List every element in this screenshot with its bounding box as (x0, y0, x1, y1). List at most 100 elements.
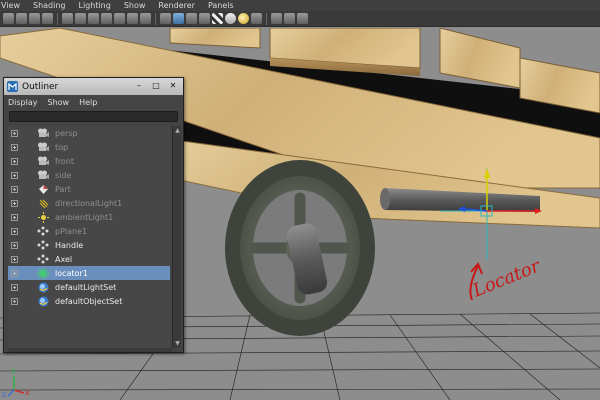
camera-attributes-icon[interactable] (16, 13, 27, 24)
viewport-menu-bar: View Shading Lighting Show Renderer Pane… (0, 0, 600, 11)
menu-lighting[interactable]: Lighting (78, 1, 110, 10)
outliner-vertical-scrollbar[interactable]: ▲ ▼ (172, 126, 181, 348)
outliner-item[interactable]: directionalLight1 (8, 196, 170, 210)
camera-icon (37, 142, 49, 153)
outliner-item[interactable]: defaultLightSet (8, 280, 170, 294)
expand-icon[interactable] (11, 269, 18, 277)
outliner-item-label: pPlane1 (55, 226, 88, 236)
textured-icon[interactable] (199, 13, 210, 24)
expand-icon[interactable] (11, 199, 18, 207)
outliner-item-label: defaultLightSet (55, 282, 117, 292)
field-chart-icon[interactable] (114, 13, 125, 24)
expand-icon[interactable] (11, 227, 18, 235)
scroll-up-icon[interactable]: ▲ (174, 127, 181, 134)
expand-icon[interactable] (11, 255, 18, 263)
expand-icon[interactable] (11, 283, 18, 291)
menu-show[interactable]: Show (124, 1, 146, 10)
outliner-item-label: Handle (55, 240, 84, 250)
expand-icon[interactable] (11, 185, 18, 193)
menu-view[interactable]: View (1, 1, 20, 10)
toolbar-separator (155, 12, 156, 25)
outliner-item-label: persp (55, 128, 78, 138)
move-tool-icon[interactable] (297, 13, 308, 24)
use-all-lights-icon[interactable] (212, 13, 223, 24)
expand-icon[interactable] (11, 213, 18, 221)
outliner-item[interactable]: Part (8, 182, 170, 196)
minimize-button[interactable]: – (132, 81, 146, 92)
outliner-item-label: directionalLight1 (55, 198, 123, 208)
locator-icon (37, 267, 49, 279)
expand-icon[interactable] (11, 143, 18, 151)
directional-light-icon (37, 198, 49, 209)
outliner-item[interactable]: ambientLight1 (8, 210, 170, 224)
xray-joints-icon[interactable] (284, 13, 295, 24)
menu-renderer[interactable]: Renderer (158, 1, 195, 10)
outliner-title-bar[interactable]: Outliner – □ ✕ (4, 78, 183, 95)
isolate-select-icon[interactable] (271, 13, 282, 24)
outliner-item-label: Axel (55, 254, 73, 264)
bookmark-icon[interactable] (29, 13, 40, 24)
axis-x-label: x (25, 388, 30, 397)
outliner-list[interactable]: persp top front side Part directionalLight1 am… (8, 126, 170, 348)
xray-icon[interactable] (251, 13, 262, 24)
expand-icon[interactable] (11, 297, 18, 305)
viewport-toolbar (0, 11, 600, 27)
set-icon (37, 296, 49, 307)
outliner-menu-show[interactable]: Show (48, 98, 70, 107)
expand-icon[interactable] (11, 157, 18, 165)
outliner-item[interactable]: pPlane1 (8, 224, 170, 238)
expand-icon[interactable] (11, 241, 18, 249)
film-gate-icon[interactable] (75, 13, 86, 24)
outliner-item[interactable]: defaultObjectSet (8, 294, 170, 308)
mesh-icon (37, 184, 49, 195)
outliner-item[interactable]: front (8, 154, 170, 168)
image-plane-icon[interactable] (42, 13, 53, 24)
axis-y-label: y (11, 366, 16, 375)
outliner-title: Outliner (22, 81, 59, 92)
outliner-item-label: side (55, 170, 72, 180)
outliner-horizontal-scrollbar[interactable] (8, 348, 172, 352)
outliner-item[interactable]: top (8, 140, 170, 154)
wireframe-icon[interactable] (160, 13, 171, 24)
maya-logo-icon (7, 81, 18, 92)
outliner-item[interactable]: side (8, 168, 170, 182)
set-icon (37, 282, 49, 293)
expand-icon[interactable] (11, 171, 18, 179)
grid-icon[interactable] (62, 13, 73, 24)
outliner-item-label: defaultObjectSet (55, 296, 123, 306)
safe-action-icon[interactable] (127, 13, 138, 24)
select-camera-icon[interactable] (3, 13, 14, 24)
ambient-light-icon (37, 211, 49, 223)
outliner-menu-display[interactable]: Display (8, 98, 38, 107)
outliner-item[interactable]: Axel (8, 252, 170, 266)
menu-panels[interactable]: Panels (208, 1, 234, 10)
outliner-filter-field[interactable] (9, 111, 178, 122)
smooth-shade-icon[interactable] (173, 13, 184, 24)
axis-z-label: z (2, 390, 7, 399)
outliner-item-label: Part (55, 184, 71, 194)
outliner-menu-bar: Display Show Help (4, 95, 183, 109)
lighting-icon[interactable] (238, 13, 249, 24)
shadows-icon[interactable] (225, 13, 236, 24)
camera-icon (37, 170, 49, 181)
transform-icon (37, 254, 49, 265)
expand-icon[interactable] (11, 129, 18, 137)
transform-icon (37, 240, 49, 251)
safe-title-icon[interactable] (140, 13, 151, 24)
transform-icon (37, 226, 49, 237)
wireframe-on-shaded-icon[interactable] (186, 13, 197, 24)
gate-mask-icon[interactable] (101, 13, 112, 24)
outliner-item[interactable]: locator1 (8, 266, 170, 280)
scroll-down-icon[interactable]: ▼ (174, 340, 181, 347)
outliner-menu-help[interactable]: Help (79, 98, 97, 107)
resolution-gate-icon[interactable] (88, 13, 99, 24)
menu-shading[interactable]: Shading (33, 1, 66, 10)
outliner-item-label: top (55, 142, 69, 152)
axis-indicator (7, 376, 25, 397)
outliner-item-label: ambientLight1 (55, 212, 114, 222)
outliner-item[interactable]: Handle (8, 238, 170, 252)
maximize-button[interactable]: □ (149, 81, 163, 92)
outliner-item[interactable]: persp (8, 126, 170, 140)
close-button[interactable]: ✕ (166, 81, 180, 92)
outliner-item-label: front (55, 156, 75, 166)
